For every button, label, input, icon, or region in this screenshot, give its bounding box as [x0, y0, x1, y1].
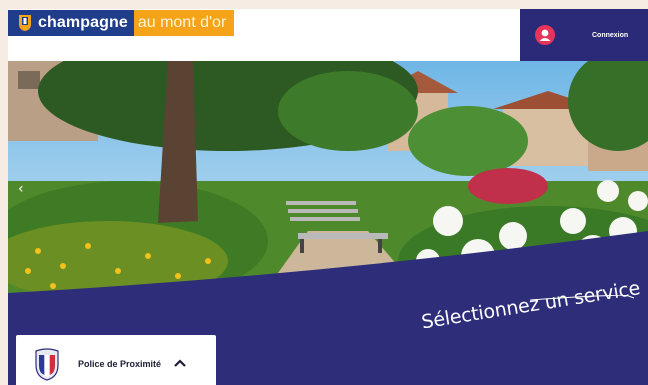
service-card-police[interactable]: Police de Proximité — [16, 335, 216, 385]
carousel-prev-icon: ‹ — [18, 181, 24, 197]
chevron-up-icon[interactable] — [173, 358, 187, 368]
user-icon — [535, 25, 555, 45]
login-label: Connexion — [592, 31, 629, 39]
service-card-label: Police de Proximité — [78, 359, 162, 369]
page-frame: champagne au mont d'or Connexion ‹ Sélec… — [8, 9, 648, 385]
login-button[interactable]: Connexion — [520, 9, 648, 61]
logo-orange-block: au mont d'or — [133, 10, 235, 36]
hero-photo: ‹ — [8, 61, 648, 301]
coat-of-arms-icon — [19, 15, 31, 31]
site-header: champagne au mont d'or Connexion — [8, 9, 648, 61]
logo-text-mont-dor: au mont d'or — [137, 14, 227, 31]
logo-blue-block: champagne — [8, 10, 134, 36]
tagline-underline — [530, 295, 635, 301]
logo-text-champagne: champagne — [38, 14, 128, 31]
site-logo[interactable]: champagne au mont d'or — [8, 10, 235, 36]
hero-garden-image: ‹ — [8, 61, 648, 301]
police-badge-icon — [35, 348, 59, 381]
